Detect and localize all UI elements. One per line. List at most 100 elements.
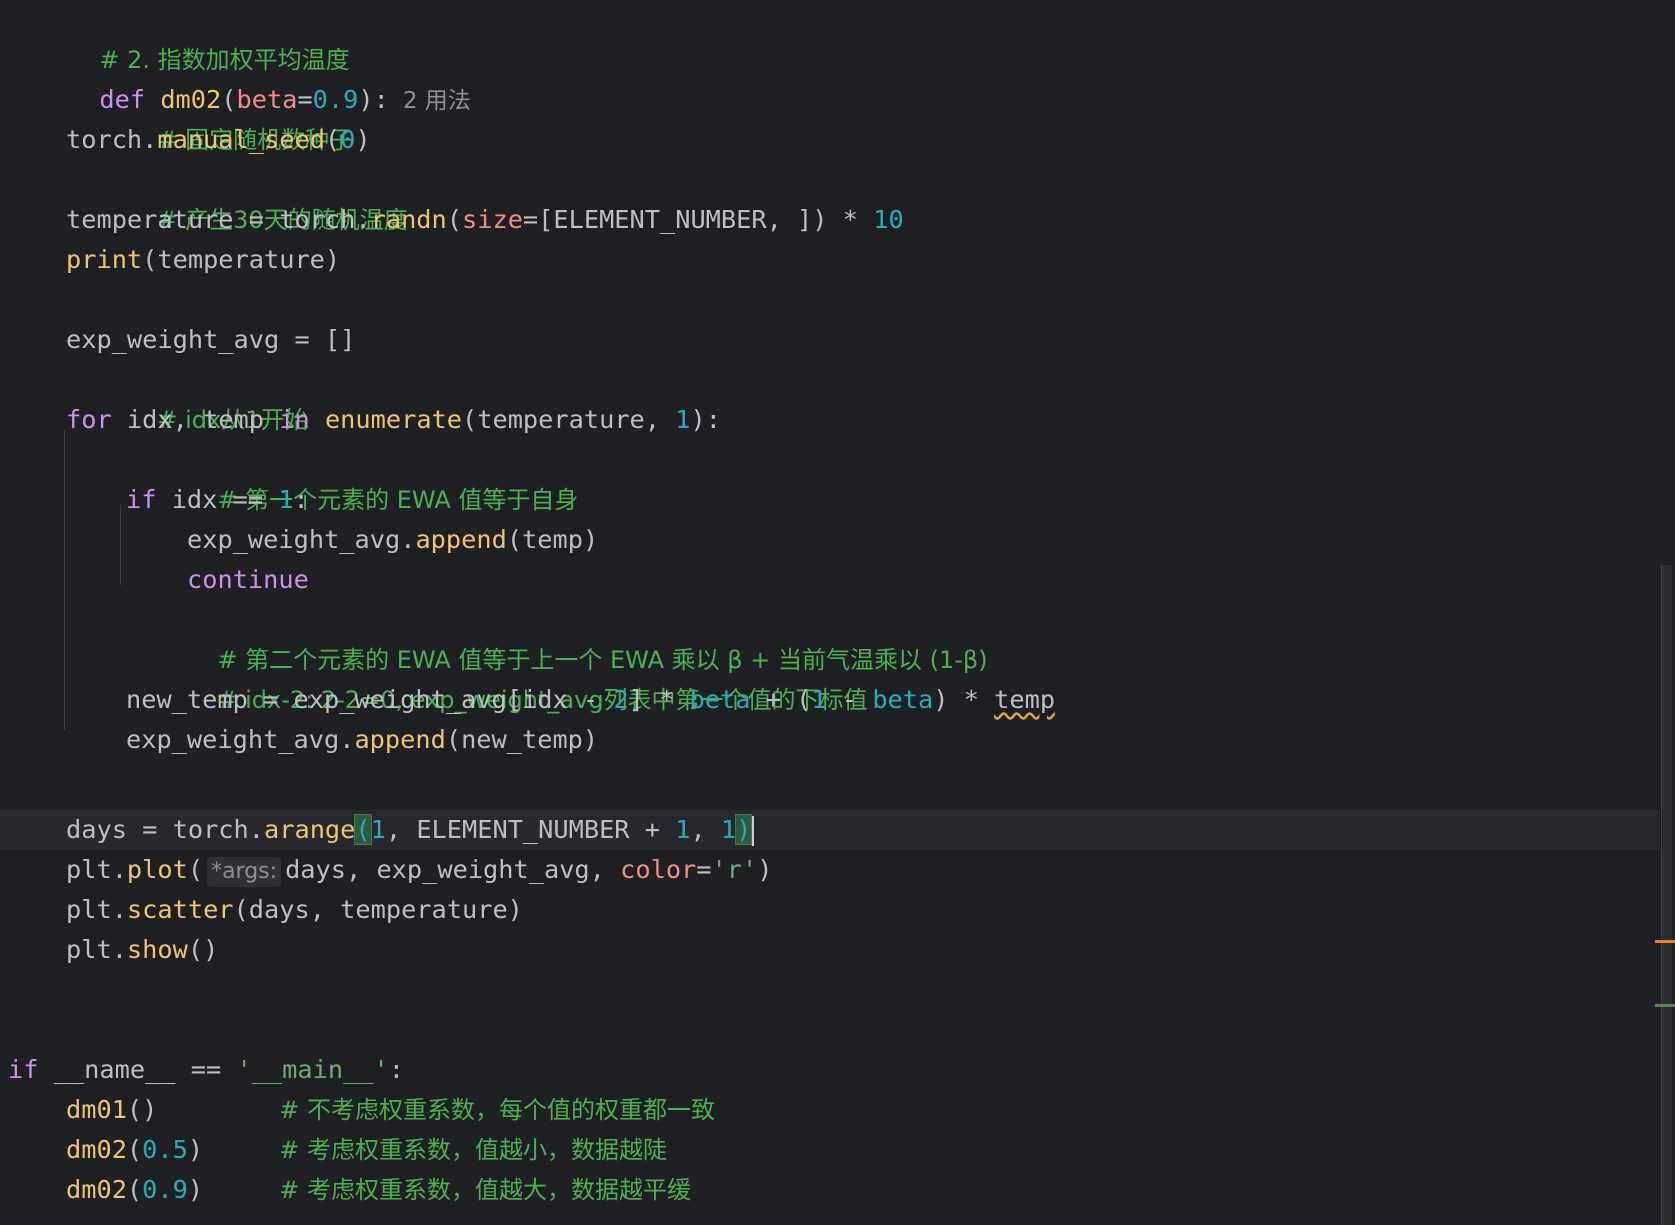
- code-line[interactable]: # 2. 指数加权平均温度: [8, 0, 349, 74]
- code-text: -: [826, 685, 873, 714]
- comment: # 不考虑权重系数，每个值的权重都一致: [279, 1096, 715, 1124]
- code-line[interactable]: temperature = torch.randn(size=[ELEMENT_…: [66, 200, 904, 240]
- code-line[interactable]: # idx-2: 2-2=0, exp_weight_avg列表中第一个值的下标…: [126, 640, 867, 714]
- code-line[interactable]: for idx, temp in enumerate(temperature, …: [66, 400, 721, 440]
- code-line[interactable]: # 第二个元素的 EWA 值等于上一个 EWA 乘以 β + 当前气温乘以 (1…: [126, 600, 987, 674]
- warning-underlined-variable[interactable]: temp: [994, 685, 1055, 714]
- code-line[interactable]: plt.plot(*args: days, exp_weight_avg, col…: [66, 850, 772, 890]
- keyword: continue: [187, 565, 309, 594]
- code-line[interactable]: # 产生30天的随机温度: [66, 160, 407, 234]
- matched-bracket: ): [735, 814, 753, 845]
- code-line[interactable]: exp_weight_avg.append(new_temp): [126, 720, 598, 760]
- code-line[interactable]: exp_weight_avg = []: [66, 320, 355, 360]
- punct: ): [187, 1135, 204, 1164]
- change-marker[interactable]: [1655, 1004, 1675, 1007]
- code-line[interactable]: dm02(0.9) # 考虑权重系数，值越大，数据越平缓: [66, 1170, 691, 1210]
- parameter-ref: beta: [689, 685, 751, 714]
- code-text: ) *: [933, 685, 995, 714]
- number: 0.9: [142, 1175, 188, 1204]
- code-line[interactable]: if __name__ == '__main__':: [8, 1050, 404, 1090]
- number: 1: [811, 685, 827, 714]
- string: 'r': [711, 855, 758, 884]
- function-call: append: [354, 725, 446, 754]
- comment: # 考虑权重系数，值越小，数据越陡: [279, 1136, 667, 1164]
- code-line[interactable]: # 第一个元素的 EWA 值等于自身: [126, 440, 578, 514]
- vertical-scrollbar[interactable]: [1661, 0, 1675, 1225]
- code-text: days, exp_weight_avg,: [285, 855, 621, 884]
- code-area[interactable]: # 2. 指数加权平均温度 def dm02(beta=0.9): 2 用法 # …: [0, 0, 1675, 1225]
- number: 1: [675, 815, 691, 844]
- text-cursor: [752, 816, 755, 846]
- code-text: idx, temp: [111, 405, 280, 434]
- code-text: (temp): [506, 525, 599, 554]
- code-text: ,: [690, 815, 721, 844]
- code-text: days = torch.: [66, 815, 264, 844]
- keyword: if: [8, 1055, 39, 1084]
- number: 1: [278, 485, 294, 514]
- punct: (: [126, 1175, 143, 1204]
- code-line[interactable]: def dm02(beta=0.9): 2 用法: [8, 40, 470, 114]
- code-text: =[ELEMENT_NUMBER, ]) *: [522, 205, 874, 234]
- punct: (: [446, 205, 462, 234]
- parameter: size: [462, 205, 523, 234]
- keyword: for: [66, 405, 112, 434]
- code-line[interactable]: plt.show(): [66, 930, 218, 970]
- code-text: torch.: [66, 125, 158, 154]
- code-text: plt.: [66, 855, 127, 884]
- code-line[interactable]: new_temp = exp_weight_avg[idx - 2] * bet…: [126, 680, 1055, 720]
- matched-bracket: (: [354, 814, 372, 845]
- code-text: ] *: [628, 685, 690, 714]
- code-text: plt.: [66, 895, 127, 924]
- number: 1: [720, 815, 737, 844]
- code-editor[interactable]: # 2. 指数加权平均温度 def dm02(beta=0.9): 2 用法 # …: [0, 0, 1675, 1225]
- function-call: enumerate: [324, 405, 463, 434]
- code-line[interactable]: # 固定随机数种子: [66, 80, 353, 154]
- code-line[interactable]: dm01() # 不考虑权重系数，每个值的权重都一致: [66, 1090, 715, 1130]
- parameter: color: [620, 855, 697, 884]
- code-line[interactable]: exp_weight_avg.append(temp): [187, 520, 598, 560]
- code-line-current[interactable]: days = torch.arange(1, ELEMENT_NUMBER + …: [66, 810, 755, 850]
- function-call: manual_seed: [157, 125, 325, 154]
- punct: :: [388, 1055, 405, 1084]
- number: 0.5: [142, 1135, 188, 1164]
- punct: ): [187, 1175, 204, 1204]
- scrollbar-thumb[interactable]: [1661, 565, 1672, 1225]
- string: '__main__': [236, 1055, 389, 1084]
- code-line[interactable]: dm02(0.5) # 考虑权重系数，值越小，数据越陡: [66, 1130, 667, 1170]
- code-line[interactable]: print(temperature): [66, 240, 340, 280]
- code-line[interactable]: continue: [187, 560, 309, 600]
- code-line[interactable]: plt.scatter(days, temperature): [66, 890, 523, 930]
- punct: ): [355, 125, 371, 154]
- code-text: , ELEMENT_NUMBER +: [385, 815, 676, 844]
- code-text: exp_weight_avg = []: [66, 325, 356, 354]
- spacing: [203, 1135, 279, 1164]
- number: 2: [613, 685, 629, 714]
- code-text: idx ==: [156, 485, 279, 514]
- punct: (: [187, 855, 204, 884]
- punct: :: [293, 485, 309, 514]
- function-call: dm01: [66, 1095, 127, 1124]
- code-text: (days, temperature): [233, 895, 523, 924]
- code-text: new_temp = exp_weight_avg[idx -: [126, 685, 614, 714]
- spacing: [203, 1175, 279, 1204]
- usages-hint[interactable]: 2 用法: [403, 88, 471, 114]
- function-call: scatter: [126, 895, 234, 924]
- code-line[interactable]: torch.manual_seed(0): [66, 120, 371, 160]
- function-call: dm02: [66, 1175, 127, 1204]
- function-call: append: [415, 525, 507, 554]
- warning-marker[interactable]: [1655, 940, 1675, 943]
- punct: ):: [358, 85, 389, 114]
- code-line[interactable]: # idx从1开始: [66, 360, 308, 434]
- punct: ): [757, 855, 773, 884]
- function-call: plot: [126, 855, 188, 884]
- code-text: + (: [750, 685, 812, 714]
- function-call: show: [126, 935, 188, 964]
- punct: (: [324, 125, 341, 154]
- code-text: exp_weight_avg.: [126, 725, 355, 754]
- code-text: (temperature,: [462, 405, 676, 434]
- comment: # 考虑权重系数，值越大，数据越平缓: [279, 1176, 691, 1204]
- function-call: print: [66, 245, 143, 274]
- number: 10: [873, 205, 904, 234]
- code-line[interactable]: if idx == 1:: [126, 480, 309, 520]
